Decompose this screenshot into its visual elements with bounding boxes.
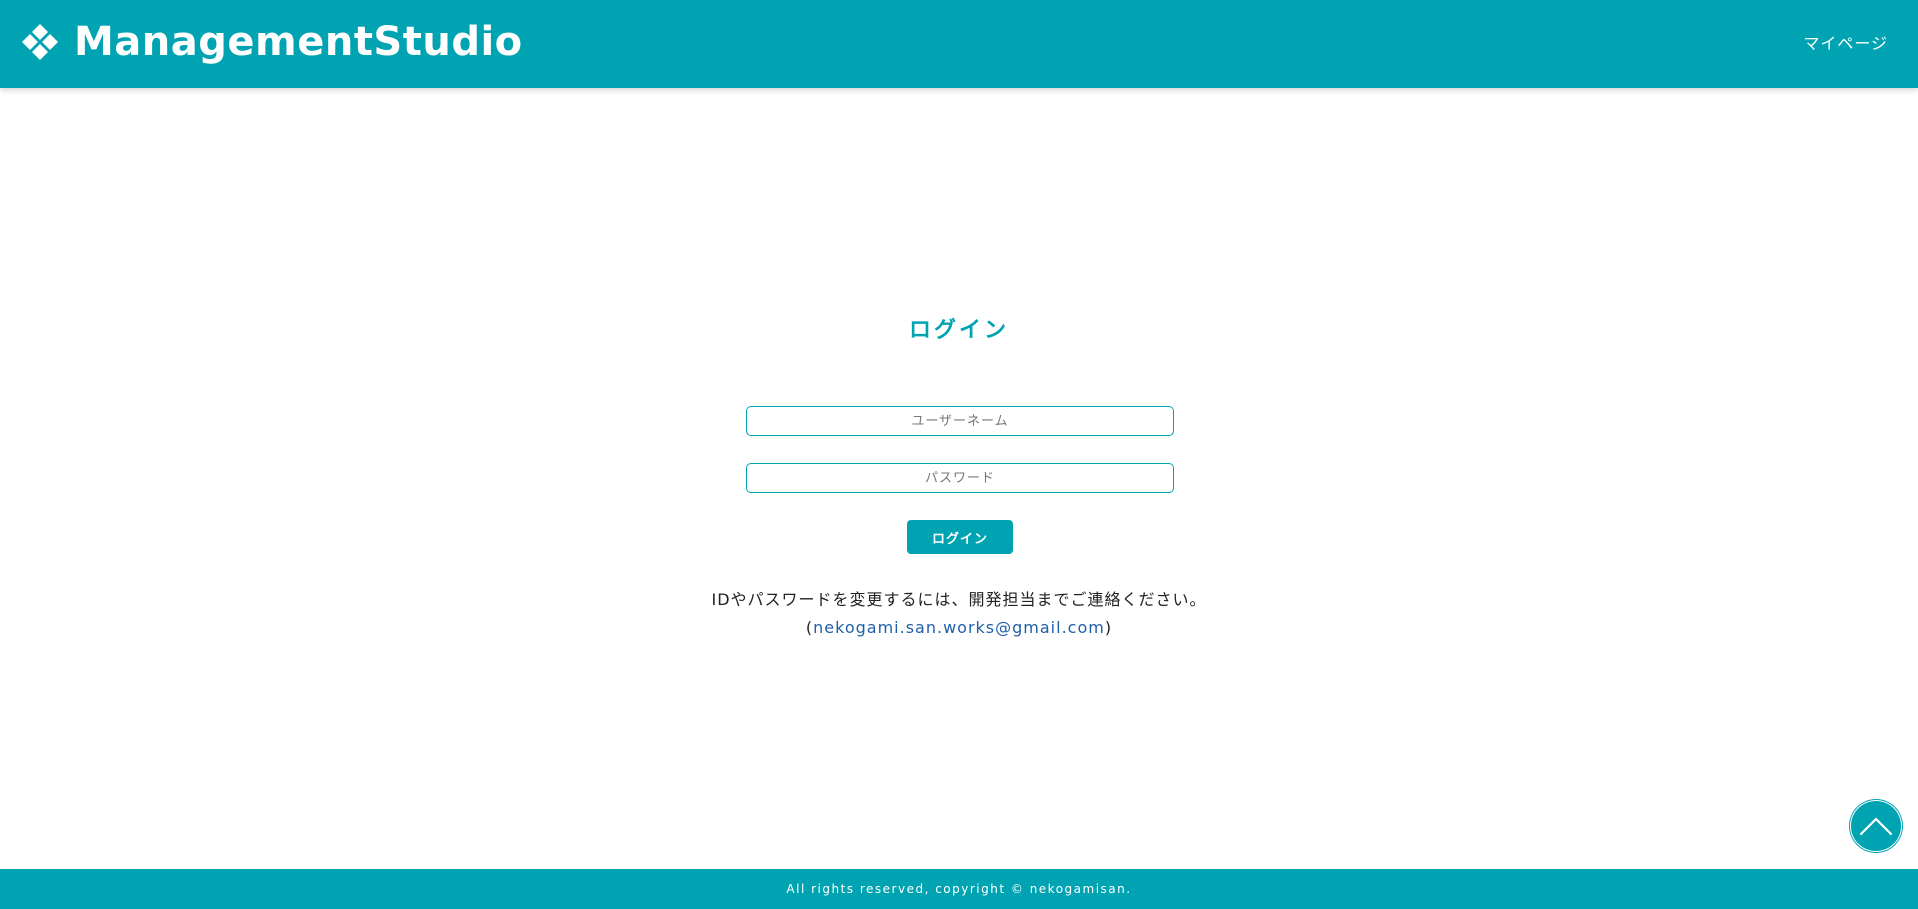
contact-email-link[interactable]: nekogami.san.works@gmail.com (813, 618, 1105, 637)
chevron-up-icon (1859, 817, 1893, 836)
scroll-top-button[interactable] (1850, 800, 1902, 852)
contact-paren-close: ) (1104, 618, 1113, 637)
app-header: ManagementStudio マイページ (0, 0, 1918, 88)
login-button[interactable]: ログイン (907, 520, 1013, 554)
notice: IDやパスワードを変更するには、開発担当までご連絡ください。 (nekogami… (0, 586, 1918, 642)
brand[interactable]: ManagementStudio (20, 18, 523, 66)
password-input[interactable] (746, 463, 1174, 493)
diamond-cluster-icon (22, 24, 58, 60)
app-title: ManagementStudio (74, 19, 523, 65)
copyright-text: All rights reserved, copyright © nekogam… (786, 882, 1132, 896)
notice-message: IDやパスワードを変更するには、開発担当までご連絡ください。 (711, 590, 1207, 609)
mypage-link[interactable]: マイページ (1803, 30, 1888, 54)
login-title: ログイン (908, 318, 1009, 343)
login-page: ManagementStudio マイページ ログイン ログイン IDやパスワー… (0, 0, 1918, 909)
app-footer: All rights reserved, copyright © nekogam… (0, 869, 1918, 909)
contact-line: (nekogami.san.works@gmail.com) (0, 614, 1918, 642)
username-input[interactable] (746, 406, 1174, 436)
